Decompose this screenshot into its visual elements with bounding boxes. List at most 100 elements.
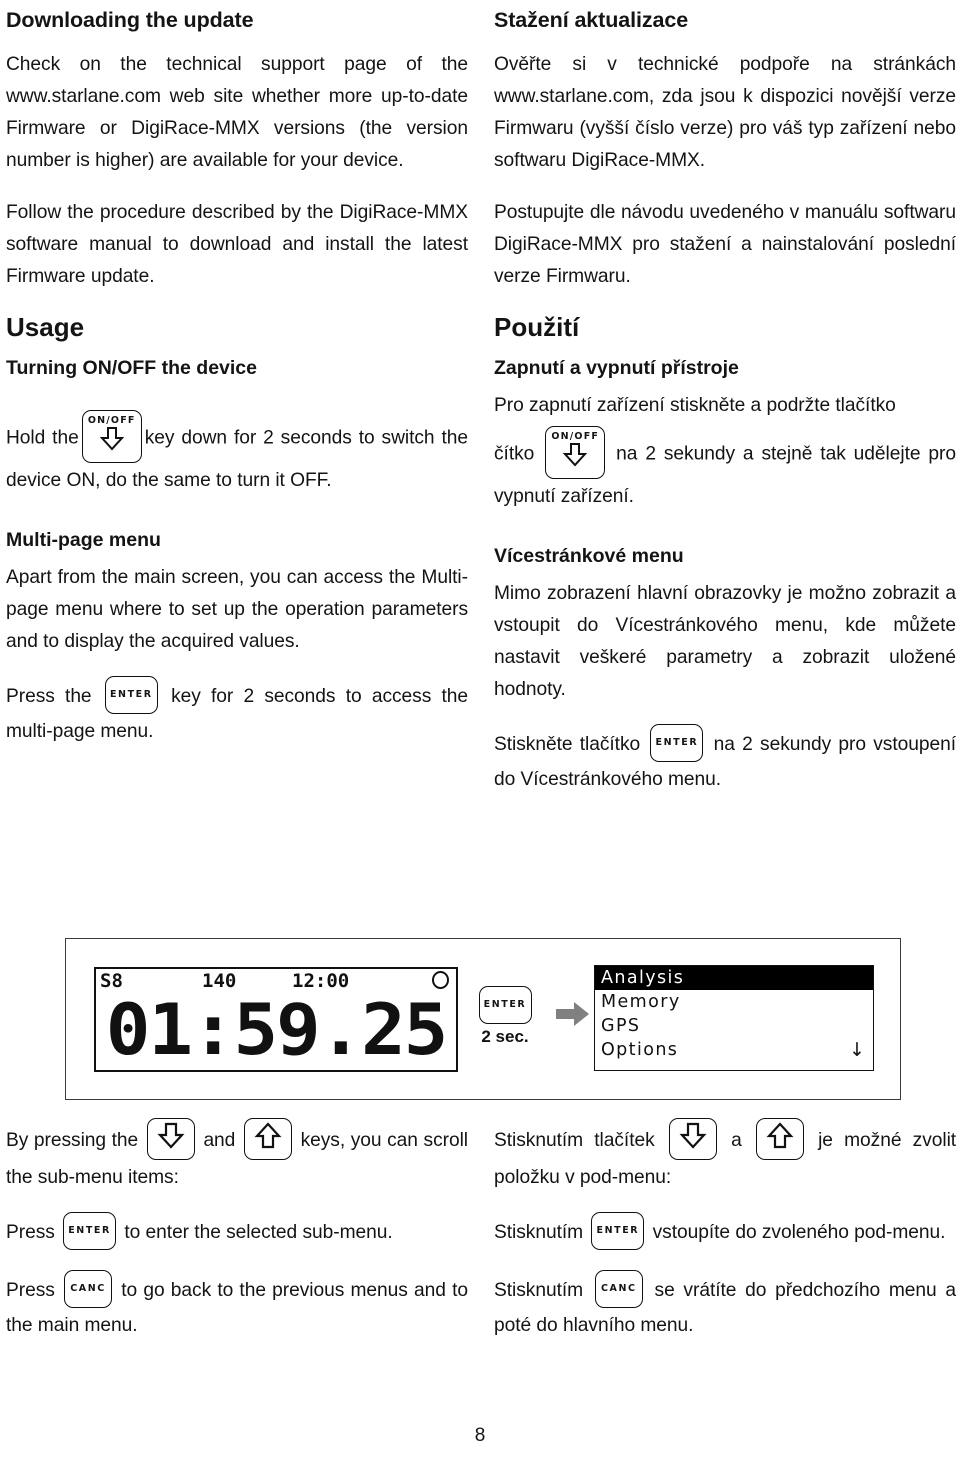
canc-key-label: CANC	[600, 1283, 637, 1294]
menu-item-gps[interactable]: GPS	[595, 1014, 873, 1038]
two-column-layout: Downloading the update Check on the tech…	[6, 8, 956, 816]
scroll-text-a: By pressing the	[6, 1130, 139, 1152]
scroll-text-a: Stisknutím tlačítek	[494, 1130, 655, 1152]
key-up-inline[interactable]	[241, 1118, 295, 1160]
menu-item-analysis[interactable]: Analysis	[595, 966, 873, 990]
arrow-up-icon	[766, 1122, 794, 1149]
device-figure: S8 140 12:00 01:59.25 ENTER 2 sec. Analy…	[65, 938, 901, 1100]
figure-transition-arrow	[556, 1001, 590, 1032]
key-enter-inline-2[interactable]: ENTER	[60, 1212, 119, 1250]
key-up-inline-cz[interactable]	[753, 1118, 807, 1160]
paragraph-hold-onoff-key: Hold the ON/OFF key down for 2 seconds to …	[6, 410, 468, 497]
arrow-down-icon	[679, 1122, 707, 1149]
paragraph-follow-procedure: Follow the procedure described by the Di…	[6, 201, 468, 287]
up-key[interactable]	[243, 1118, 292, 1160]
onoff-key-label: ON/OFF	[551, 431, 600, 442]
down-key[interactable]	[146, 1118, 195, 1160]
enter-key-label: ENTER	[109, 689, 153, 701]
scroll-down-indicator-icon: ↓	[849, 1039, 865, 1061]
onoff-key[interactable]: ON/OFF	[81, 410, 142, 463]
down-key[interactable]	[668, 1118, 717, 1160]
enter-key[interactable]: ENTER	[591, 1212, 645, 1250]
enter-key[interactable]: ENTER	[63, 1212, 117, 1250]
paragraph-press-canc-back: Press CANC to go back to the previous me…	[6, 1270, 468, 1342]
paragraph-pro-zapnuti: Pro zapnutí zařízení stiskněte a podržte…	[494, 395, 896, 416]
paragraph-press-enter-submenu: Press ENTER to enter the selected sub-me…	[6, 1212, 468, 1252]
lcd-satellite-count: S8	[100, 970, 123, 992]
key-canc-inline[interactable]: CANC	[61, 1270, 115, 1308]
lcd-status-circle-icon	[432, 971, 449, 989]
enter-key-label: ENTER	[68, 1225, 111, 1236]
device-lcd-screen: S8 140 12:00 01:59.25	[94, 967, 458, 1072]
page-number: 8	[474, 1425, 486, 1446]
onoff-key-label: ON/OFF	[87, 415, 136, 426]
canc-key[interactable]: CANC	[594, 1270, 643, 1308]
enter-text-a: Press	[6, 1222, 55, 1244]
up-key[interactable]	[755, 1118, 804, 1160]
heading-usage: Usage	[6, 311, 85, 342]
lcd-lap-time: 01:59.25	[105, 989, 449, 1071]
hold-text-before: Hold the	[6, 427, 79, 449]
enter-key-label: ENTER	[483, 999, 527, 1010]
scroll-text-b: a	[731, 1130, 742, 1152]
key-canc-inline-cz[interactable]: CANC	[592, 1270, 646, 1308]
enter-text-b: vstoupíte do zvoleného pod-menu.	[652, 1222, 946, 1244]
enter-key[interactable]: ENTER	[650, 724, 704, 763]
canc-key-label: CANC	[70, 1283, 106, 1294]
arrow-down-icon	[562, 442, 588, 466]
key-onoff-inline[interactable]: ON/OFF	[79, 410, 145, 463]
citko-text-before: čítko	[494, 443, 535, 465]
menu-item-label: Analysis	[601, 968, 685, 988]
menu-item-memory[interactable]: Memory	[595, 990, 873, 1014]
enter-key-label: ENTER	[596, 1225, 640, 1236]
document-page: Downloading the update Check on the tech…	[0, 0, 960, 1469]
column-english: Downloading the update Check on the tech…	[6, 8, 468, 768]
key-down-inline-cz[interactable]	[666, 1118, 720, 1160]
lcd-rpm-value: 140	[202, 970, 237, 992]
paragraph-check-support-page: Check on the technical support page of t…	[6, 53, 468, 171]
enter-key-label: ENTER	[655, 737, 699, 749]
key-enter-inline[interactable]: ENTER	[102, 676, 161, 715]
paragraph-scroll-keys: By pressing the and keys, you can scroll…	[6, 1118, 468, 1194]
paragraph-mimo-zobrazeni: Mimo zobrazení hlavní obrazovky je možno…	[494, 583, 956, 701]
heading-turning-on-off: Turning ON/OFF the device	[6, 356, 257, 379]
onoff-key[interactable]: ON/OFF	[545, 426, 606, 479]
column-english-lower: By pressing the and keys, you can scroll…	[6, 1118, 468, 1342]
enter-key[interactable]: ENTER	[104, 676, 158, 715]
scroll-text-b: and	[203, 1130, 236, 1152]
paragraph-stisknutim-canc: Stisknutím CANC se vrátíte do předchozíh…	[494, 1270, 956, 1342]
key-down-inline[interactable]	[144, 1118, 198, 1160]
enter-key[interactable]: ENTER	[478, 986, 532, 1024]
canc-text-a: Press	[6, 1280, 55, 1302]
paragraph-overte-si: Ověřte si v technické podpoře na stránká…	[494, 53, 956, 171]
paragraph-stisknutim-tlacitek: Stisknutím tlačítek a je možné zvolit po…	[494, 1118, 956, 1194]
menu-item-options[interactable]: Options ↓	[595, 1038, 873, 1062]
key-onoff-inline-cz[interactable]: ON/OFF	[542, 426, 608, 479]
arrow-up-icon	[254, 1122, 282, 1149]
canc-key[interactable]: CANC	[64, 1270, 113, 1308]
menu-item-label: Options	[601, 1040, 679, 1060]
paragraph-press-enter-2-seconds: Press the ENTER key for 2 seconds to acc…	[6, 676, 468, 748]
column-czech-lower: Stisknutím tlačítek a je možné zvolit po…	[486, 1118, 956, 1342]
menu-item-label: Memory	[601, 992, 681, 1012]
heading-multi-page-menu: Multi-page menu	[6, 529, 161, 551]
device-menu-screen: Analysis Memory GPS Options ↓	[594, 965, 874, 1071]
two-column-layout-lower: By pressing the and keys, you can scroll…	[6, 1118, 956, 1342]
paragraph-postupujte-dle-navodu: Postupujte dle návodu uvedeného v manuál…	[494, 201, 956, 287]
figure-enter-key-group: ENTER 2 sec.	[470, 986, 540, 1047]
stisknete-text-before: Stiskněte tlačítko	[494, 734, 641, 756]
lcd-clock: 12:00	[292, 970, 350, 992]
canc-text-a: Stisknutím	[494, 1280, 584, 1302]
hold-duration-label: 2 sec.	[481, 1027, 529, 1046]
arrow-down-icon	[157, 1122, 185, 1149]
key-enter-inline-cz-2[interactable]: ENTER	[588, 1212, 647, 1250]
paragraph-apart-from-main-screen: Apart from the main screen, you can acce…	[6, 567, 468, 653]
heading-zapnuti-a-vypnuti: Zapnutí a vypnutí přístroje	[494, 356, 739, 379]
menu-item-label: GPS	[601, 1016, 641, 1036]
key-enter-inline-cz[interactable]: ENTER	[647, 724, 706, 763]
heading-stazeni-aktualizace: Stažení aktualizace	[494, 8, 689, 32]
arrow-down-icon	[99, 426, 124, 450]
